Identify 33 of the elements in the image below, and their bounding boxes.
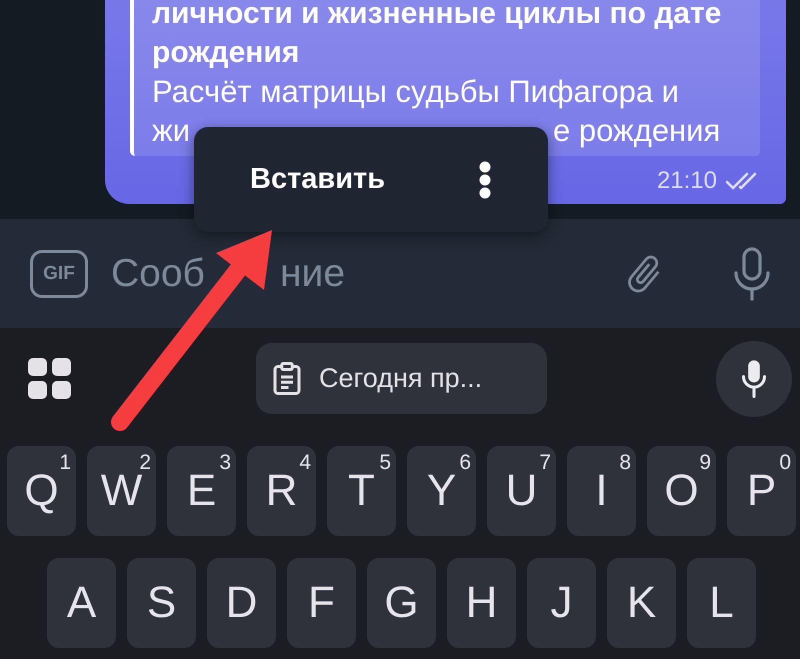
key-hint: 0 (779, 452, 791, 473)
key-hint: 7 (539, 452, 551, 473)
keyboard-key[interactable]: A (47, 558, 116, 648)
key-hint: 8 (619, 452, 631, 473)
microphone-icon[interactable] (732, 246, 772, 302)
key-hint: 9 (699, 452, 711, 473)
preview-title: личности и жизненные циклы по дате рождения (152, 0, 722, 71)
gif-button[interactable]: GIF (30, 250, 88, 298)
grid-icon[interactable] (28, 358, 71, 399)
keyboard-key[interactable]: I 8 (567, 446, 636, 536)
keyboard-key[interactable]: J (527, 558, 596, 648)
key-hint: 5 (379, 452, 391, 473)
clipboard-suggestion[interactable]: Сегодня пр... (256, 343, 547, 414)
keyboard-key[interactable]: L (687, 558, 756, 648)
paste-button[interactable]: Вставить (250, 155, 386, 204)
key-hint: 1 (59, 452, 71, 473)
message-input[interactable]: Сооб ние (111, 246, 622, 302)
preview-description: Расчёт матрицы судьбы Пифагора и (152, 73, 680, 111)
microphone-icon (740, 358, 768, 398)
keyboard-key[interactable]: F (287, 558, 356, 648)
key-hint: 3 (219, 452, 231, 473)
keyboard-key[interactable]: K (607, 558, 676, 648)
keyboard-key[interactable]: H (447, 558, 516, 648)
keyboard-key[interactable]: G (367, 558, 436, 648)
keyboard-key[interactable]: S (127, 558, 196, 648)
preview-description: жи (152, 112, 190, 150)
key-hint: 4 (299, 452, 311, 473)
keyboard-key[interactable]: D (207, 558, 276, 648)
preview-description: е рождения (553, 112, 720, 150)
more-icon[interactable] (479, 160, 491, 198)
key-hint: 2 (139, 452, 151, 473)
message-time: 21:10 (656, 167, 717, 195)
key-hint: 6 (459, 452, 471, 473)
